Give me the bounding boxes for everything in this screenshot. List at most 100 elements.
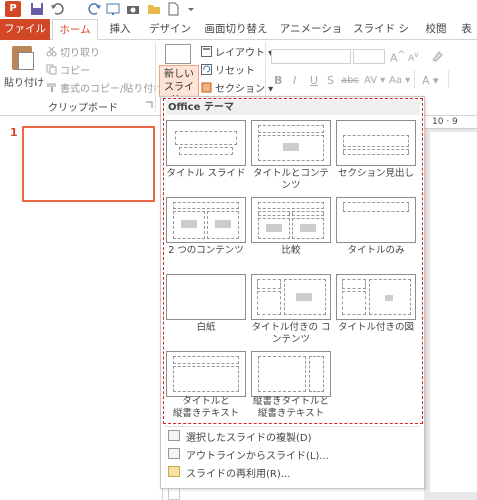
slide-canvas[interactable] <box>430 132 477 492</box>
customize-chevron-icon[interactable] <box>184 2 198 16</box>
tab-table[interactable]: 表 <box>456 19 477 40</box>
layout-label-title-only: タイトルのみ <box>347 245 405 256</box>
font-color-button[interactable]: A ▾ <box>422 74 439 87</box>
start-slideshow-icon[interactable] <box>106 2 120 16</box>
placeholder <box>342 291 366 315</box>
camera-icon[interactable] <box>126 2 140 16</box>
tab-file[interactable]: ファイル <box>0 19 50 40</box>
group-separator <box>448 70 449 88</box>
bold-button[interactable]: B <box>274 74 282 87</box>
clipboard-icon <box>12 46 34 70</box>
placeholder <box>309 356 324 392</box>
tab-design[interactable]: デザイン <box>142 19 198 40</box>
ruler-text: 10 · 9 <box>432 117 458 127</box>
grow-font-label: A <box>390 51 398 65</box>
placeholder <box>343 149 409 155</box>
quick-access-toolbar: P <box>0 0 477 19</box>
section-button[interactable]: セクション ▾ <box>201 80 273 95</box>
reset-button[interactable]: リセット <box>201 62 255 77</box>
dialog-launcher-icon[interactable] <box>145 101 153 109</box>
powerpoint-logo-icon: P <box>5 1 21 17</box>
layout-tile-title-content[interactable] <box>251 120 331 166</box>
layout-tile-comparison[interactable] <box>251 197 331 243</box>
repeat-icon[interactable] <box>88 2 102 16</box>
picture-icon <box>385 295 393 301</box>
layout-label-comparison: 比較 <box>281 245 301 256</box>
change-case-label: Aa <box>389 75 402 86</box>
content-icons <box>283 143 299 151</box>
format-painter-label: 書式のコピー/貼り付け <box>60 84 164 95</box>
underline-button[interactable]: U <box>310 74 318 87</box>
save-icon[interactable] <box>30 2 44 16</box>
new-slide-button[interactable]: 新しい スライド ▾ <box>159 65 199 106</box>
layout-tile-section-header[interactable] <box>336 120 416 166</box>
theme-header: Office テーマ <box>166 100 420 115</box>
clipboard-group-label: クリップボード <box>48 103 118 114</box>
text-shadow-button[interactable]: S <box>327 74 334 87</box>
paste-button[interactable]: 貼り付け <box>4 44 44 96</box>
undo-icon[interactable] <box>50 2 64 16</box>
layout-label-title-vertical-text: タイトルと 縦書きテキスト <box>172 396 240 419</box>
character-spacing-label: AV <box>364 75 378 86</box>
copy-button[interactable]: コピー <box>46 62 90 77</box>
tab-home[interactable]: ホーム <box>52 19 98 41</box>
strikethrough-button[interactable]: abc <box>341 75 359 86</box>
character-spacing-button[interactable]: AV ▾ <box>364 75 385 86</box>
reset-label: リセット <box>215 66 255 77</box>
layout-tile-blank[interactable] <box>166 274 246 320</box>
duplicate-slides-menu-item[interactable]: 選択したスライドの複製(D) <box>164 428 419 444</box>
tab-review[interactable]: 校閲 <box>418 19 454 40</box>
layout-icon <box>201 46 212 57</box>
placeholder <box>343 135 409 147</box>
layout-tile-picture-with-caption[interactable] <box>336 274 416 320</box>
tab-insert[interactable]: 挿入 <box>100 19 140 40</box>
content-icons <box>300 224 316 232</box>
placeholder <box>258 202 324 209</box>
scissors-icon <box>46 46 57 57</box>
slide-thumbnail[interactable] <box>22 126 155 202</box>
slides-from-outline-label: アウトラインからスライド(L)... <box>186 451 329 462</box>
placeholder <box>173 202 239 209</box>
layout-label-content-with-caption: タイトル付きの コンテンツ <box>251 322 331 345</box>
clear-formatting-icon[interactable] <box>430 49 444 63</box>
reuse-slides-icon <box>168 466 180 477</box>
layout-tile-title-only[interactable] <box>336 197 416 243</box>
layout-label: レイアウト <box>215 48 265 59</box>
layout-tile-title-slide[interactable] <box>166 120 246 166</box>
layout-label-picture-with-caption: タイトル付きの図 <box>337 322 414 333</box>
content-icons <box>296 293 312 301</box>
placeholder <box>257 279 281 289</box>
layout-label-section-header: セクション見出し <box>337 168 414 179</box>
layout-tile-content-with-caption[interactable] <box>251 274 331 320</box>
change-case-button[interactable]: Aa ▾ <box>389 75 410 86</box>
layout-tile-vertical-title-text[interactable] <box>251 351 331 397</box>
reuse-slides-label: スライドの再利用(R)... <box>186 469 291 480</box>
cut-button[interactable]: 切り取り <box>46 44 100 59</box>
placeholder <box>258 211 290 216</box>
layout-tile-two-content[interactable] <box>166 197 246 243</box>
shrink-font-button[interactable]: Av <box>408 50 419 64</box>
placeholder <box>342 279 366 289</box>
new-slide-icon <box>161 44 191 71</box>
tab-transitions[interactable]: 画面切り替え <box>198 19 274 40</box>
new-document-icon[interactable] <box>166 2 180 16</box>
italic-button[interactable]: I <box>293 74 296 87</box>
placeholder <box>258 356 306 392</box>
tab-animations[interactable]: アニメーション <box>275 19 347 56</box>
layout-label-two-content: 2 つのコンテンツ <box>168 245 244 256</box>
tab-slideshow[interactable]: スライド ショー <box>348 19 414 56</box>
open-folder-icon[interactable] <box>147 2 161 16</box>
outline-icon <box>168 448 180 459</box>
font-name-dropdown[interactable] <box>271 49 351 64</box>
slides-from-outline-menu-item[interactable]: アウトラインからスライド(L)... <box>164 446 419 462</box>
menu-divider <box>164 426 419 427</box>
layout-label-blank: 白紙 <box>196 322 216 333</box>
layout-tile-title-vertical-text[interactable] <box>166 351 246 397</box>
layout-button[interactable]: レイアウト ▾ <box>201 44 273 59</box>
grow-font-button[interactable]: A^ <box>390 49 405 65</box>
font-color-label: A <box>422 74 430 87</box>
content-icons <box>266 224 282 232</box>
font-size-dropdown[interactable] <box>353 49 385 64</box>
reuse-slides-menu-item[interactable]: スライドの再利用(R)... <box>164 464 419 480</box>
format-painter-button[interactable]: 書式のコピー/貼り付け <box>46 80 163 95</box>
